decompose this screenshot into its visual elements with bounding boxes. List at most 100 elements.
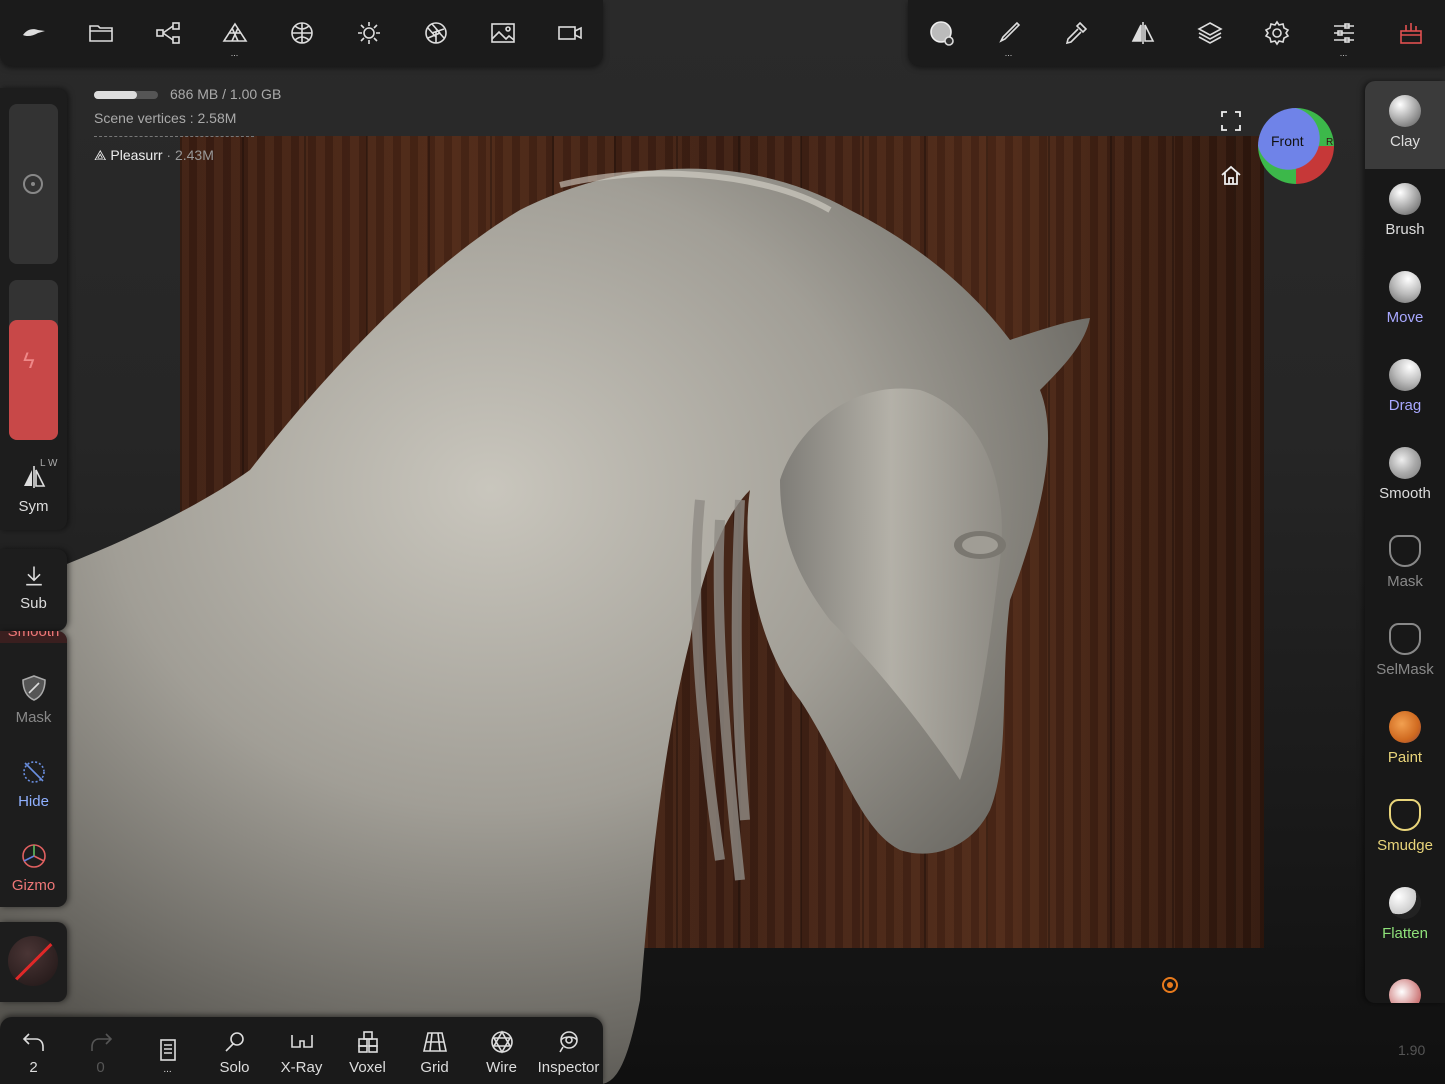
tool-smudge[interactable]: Smudge xyxy=(1365,785,1445,873)
tool-preview-icon[interactable] xyxy=(908,0,975,66)
eyedropper-icon[interactable] xyxy=(1042,0,1109,66)
solo-button[interactable]: Solo xyxy=(201,1017,268,1084)
image-icon[interactable] xyxy=(469,0,536,66)
object-row[interactable]: ⟁ Pleasurr · 2.43M xyxy=(94,147,281,164)
tool-flatten[interactable]: Flatten xyxy=(1365,873,1445,961)
color-panel xyxy=(0,922,67,1002)
undo-icon xyxy=(22,1033,44,1051)
wire-label: Wire xyxy=(486,1059,517,1076)
wireframe-icon xyxy=(490,1030,513,1054)
tool-toolbar: ... ... xyxy=(908,0,1445,66)
sym-label: Sym xyxy=(18,498,49,515)
orientation-cube[interactable]: Front R xyxy=(1258,108,1334,184)
paint-tool-label: Paint xyxy=(1387,749,1423,766)
topology-more-dots: ... xyxy=(230,48,239,58)
mask-shield-icon xyxy=(21,675,46,701)
file-dots: ... xyxy=(163,1064,172,1075)
sliders-icon[interactable]: ... xyxy=(1310,0,1377,66)
mask-tool-label: Mask xyxy=(1387,573,1423,590)
drag-tool-label: Drag xyxy=(1388,397,1422,414)
redo-count: 0 xyxy=(96,1059,105,1076)
home-view-icon[interactable] xyxy=(1219,163,1243,187)
tool-move[interactable]: Move xyxy=(1365,257,1445,345)
pivot-marker-icon[interactable] xyxy=(1162,977,1178,993)
stroke-more-dots: ... xyxy=(1004,48,1013,58)
search-icon xyxy=(224,1032,244,1052)
tool-drag[interactable]: Drag xyxy=(1365,345,1445,433)
drag-tool-icon xyxy=(1389,359,1421,391)
hide-shortcut[interactable]: Hide xyxy=(0,757,67,810)
clay-tool-icon xyxy=(1389,95,1421,127)
radius-center-icon xyxy=(23,174,43,194)
xray-button[interactable]: X-Ray xyxy=(268,1017,335,1084)
undo-button[interactable]: 2 xyxy=(0,1017,67,1084)
sym-hint: L W xyxy=(40,458,58,469)
gizmo-label: Gizmo xyxy=(11,877,56,894)
inspector-button[interactable]: Inspector xyxy=(535,1017,602,1084)
camera-shutter-icon[interactable] xyxy=(402,0,469,66)
layers-icon[interactable] xyxy=(1176,0,1243,66)
tool-paint[interactable]: Paint xyxy=(1365,697,1445,785)
color-swatch[interactable] xyxy=(8,936,58,986)
voxel-button[interactable]: Voxel xyxy=(334,1017,401,1084)
gizmo-shortcut[interactable]: Gizmo xyxy=(0,841,67,894)
mask-shortcut[interactable]: Mask xyxy=(0,673,67,726)
radius-slider[interactable] xyxy=(9,104,58,264)
orientation-right-label: R xyxy=(1326,137,1334,148)
tool-next-partial[interactable] xyxy=(1389,979,1421,1003)
file-button[interactable]: ... xyxy=(134,1017,201,1084)
orientation-front-label: Front xyxy=(1271,133,1304,149)
tool-mask[interactable]: Mask xyxy=(1365,521,1445,609)
redo-button[interactable]: 0 xyxy=(67,1017,134,1084)
nomad-logo-icon[interactable] xyxy=(0,0,67,66)
intensity-slider[interactable]: ϟ xyxy=(9,280,58,440)
settings-gear-icon[interactable] xyxy=(1243,0,1310,66)
object-name: Pleasurr xyxy=(110,147,163,163)
mask-label: Mask xyxy=(15,709,52,726)
smooth-shortcut-partial[interactable]: Smooth xyxy=(0,631,67,643)
toolbox-icon[interactable] xyxy=(1377,0,1444,66)
light-sun-icon[interactable] xyxy=(335,0,402,66)
inspector-eye-icon xyxy=(558,1031,578,1053)
selmask-tool-icon xyxy=(1389,623,1421,655)
scene-info: 686 MB / 1.00 GB Scene vertices : 2.58M … xyxy=(94,86,281,164)
sym-toggle[interactable]: L W Sym xyxy=(0,458,67,515)
selmask-tool-label: SelMask xyxy=(1376,661,1434,678)
fullscreen-icon[interactable] xyxy=(1219,109,1243,133)
grid-icon xyxy=(422,1032,447,1052)
scene-graph-icon[interactable] xyxy=(134,0,201,66)
video-camera-icon[interactable] xyxy=(536,0,603,66)
grid-button[interactable]: Grid xyxy=(401,1017,468,1084)
tool-clay[interactable]: Clay xyxy=(1365,81,1445,169)
symmetry-icon[interactable] xyxy=(1109,0,1176,66)
sliders-more-dots: ... xyxy=(1339,48,1348,58)
sub-label: Sub xyxy=(20,595,47,612)
wire-button[interactable]: Wire xyxy=(468,1017,535,1084)
sub-button[interactable]: Sub xyxy=(0,563,67,612)
tool-smooth[interactable]: Smooth xyxy=(1365,433,1445,521)
topology-icon[interactable]: ... xyxy=(201,0,268,66)
gizmo-icon xyxy=(21,844,46,868)
inspector-label: Inspector xyxy=(537,1059,600,1076)
hide-mesh-icon xyxy=(22,761,45,783)
tool-brush[interactable]: Brush xyxy=(1365,169,1445,257)
hide-label: Hide xyxy=(18,793,49,810)
shortcut-panel: Smooth Mask Hide Gizmo xyxy=(0,631,67,907)
voxel-label: Voxel xyxy=(349,1059,386,1076)
brush-tool-label: Brush xyxy=(1385,221,1425,238)
subdivision-panel: Sub xyxy=(0,549,67,631)
flatten-tool-icon xyxy=(1389,887,1421,919)
xray-glasses-icon xyxy=(290,1035,313,1048)
material-sphere-icon[interactable] xyxy=(268,0,335,66)
smooth-tool-label: Smooth xyxy=(1379,485,1431,502)
intensity-fill xyxy=(9,320,58,440)
tool-selmask[interactable]: SelMask xyxy=(1365,609,1445,697)
main-toolbar: ... xyxy=(0,0,603,66)
folder-icon[interactable] xyxy=(67,0,134,66)
brush-stroke-icon[interactable]: ... xyxy=(975,0,1042,66)
smudge-tool-icon xyxy=(1389,799,1421,831)
memory-bar xyxy=(94,91,158,100)
mask-tool-icon xyxy=(1389,535,1421,567)
download-arrow-icon xyxy=(25,566,42,586)
document-icon xyxy=(159,1039,176,1061)
